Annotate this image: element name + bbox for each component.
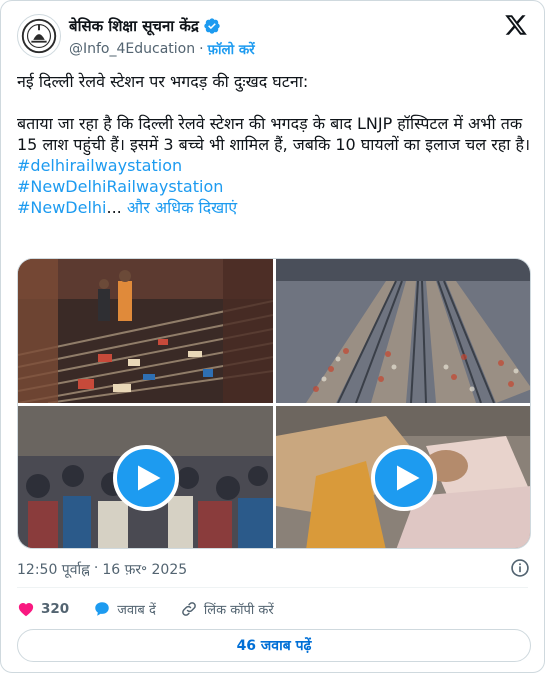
avatar[interactable] [17,14,61,58]
speech-bubble-icon [95,602,109,616]
handle[interactable]: @Info_4Education [69,41,195,57]
heart-icon [18,603,34,617]
action-bar: 320 जवाब दें लिंक कॉपी करें [17,597,298,621]
video-injured[interactable] [276,406,530,548]
name-row: बेसिक शिक्षा सूचना केंद्र [69,17,221,35]
video-crowd[interactable] [18,406,273,548]
info-icon[interactable] [510,558,530,578]
copy-link-button[interactable]: लिंक कॉपी करें [180,600,274,618]
photo-stairs[interactable] [18,259,273,403]
play-icon [138,465,161,491]
follow-button[interactable]: फ़ॉलो करें [208,40,255,58]
link-icon [182,602,196,616]
read-replies-button[interactable]: 46 जवाब पढ़ें [17,629,531,662]
play-button[interactable] [112,445,179,511]
tweet-headline: नई दिल्ली रेलवे स्टेशन पर भगदड़ की दुःखद… [17,72,309,91]
hashtag-link[interactable]: #NewDelhiRailwaystation [17,177,223,196]
reply-label: जवाब दें [117,603,156,618]
hashtag-link[interactable]: #delhirailwaystation [17,156,182,175]
tweet-text: नई दिल्ली रेलवे स्टेशन पर भगदड़ की दुःखद… [17,71,532,218]
tweet-header: बेसिक शिक्षा सूचना केंद्र @Info_4Educati… [17,13,532,61]
verified-badge-icon [203,17,221,35]
photo-platforms-aerial[interactable] [276,259,530,403]
tweet-date: 16 फ़र॰ 2025 [102,562,188,578]
show-more-link[interactable]: और अधिक दिखाएं [127,198,237,217]
tweet-paragraph: बताया जा रहा है कि दिल्ली रेलवे स्टेशन क… [17,114,531,154]
x-logo-icon[interactable] [504,13,528,37]
play-button[interactable] [371,445,437,511]
ellipsis: ... [106,198,122,217]
like-count: 320 [41,601,70,617]
timestamp[interactable]: 12:50 पूर्वाह्न · 16 फ़र॰ 2025 [17,560,187,579]
divider [17,587,528,588]
handle-row: @Info_4Education · फ़ॉलो करें [69,40,255,58]
tweet-time: 12:50 पूर्वाह्न [17,562,90,578]
handle-separator: · [199,41,204,57]
meta-separator: · [93,560,99,576]
hashtag-link[interactable]: #NewDelhi [17,198,107,217]
media-grid [17,258,531,549]
reply-button[interactable]: जवाब दें [93,600,156,618]
copy-link-label: लिंक कॉपी करें [203,603,274,618]
display-name[interactable]: बेसिक शिक्षा सूचना केंद्र [69,17,199,35]
tweet-card: बेसिक शिक्षा सूचना केंद्र @Info_4Educati… [0,0,545,673]
like-button[interactable]: 320 [17,600,69,618]
play-icon [396,465,419,491]
